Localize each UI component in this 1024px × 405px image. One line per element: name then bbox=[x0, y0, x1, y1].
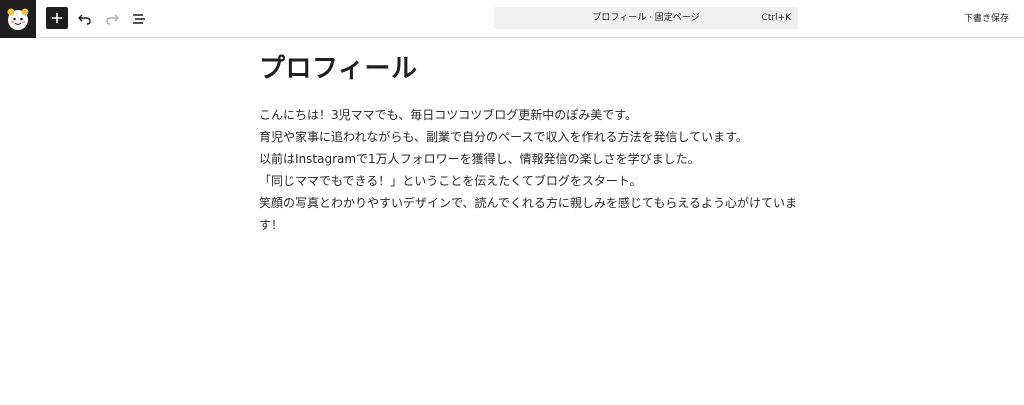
paragraph-line[interactable]: 「同じママでもできる！」ということを伝えたくてブログをスタート。 bbox=[259, 170, 819, 192]
post-title[interactable]: プロフィール bbox=[259, 52, 819, 84]
undo-button[interactable] bbox=[73, 7, 97, 31]
save-draft-button[interactable]: 下書き保存 bbox=[964, 11, 1009, 24]
shortcut-hint: Ctrl+K bbox=[761, 13, 791, 23]
paragraph-line[interactable]: す！ bbox=[259, 214, 819, 236]
list-view-icon bbox=[133, 14, 145, 24]
paragraph-line[interactable]: 以前はInstagramで1万人フォロワーを獲得し、情報発信の楽しさを学びました… bbox=[259, 148, 819, 170]
add-block-button[interactable] bbox=[46, 7, 68, 29]
redo-icon bbox=[106, 14, 119, 25]
editor-top-toolbar: プロフィール · 固定ページ Ctrl+K 下書き保存 bbox=[0, 0, 1024, 38]
document-title: プロフィール · 固定ページ bbox=[592, 13, 700, 23]
paragraph-line[interactable]: 笑顔の写真とわかりやすいデザインで、読んでくれる方に親しみを感じてもらえるよう心… bbox=[259, 192, 819, 214]
command-palette-bar[interactable]: プロフィール · 固定ページ Ctrl+K bbox=[494, 7, 798, 29]
redo-button[interactable] bbox=[100, 7, 124, 31]
document-overview-button[interactable] bbox=[127, 7, 151, 31]
editor-canvas: プロフィール こんにちは！3児ママでも、毎日コツコツブログ更新中のぽみ美です。 … bbox=[259, 52, 819, 236]
plus-icon bbox=[52, 13, 62, 23]
paragraph-block[interactable]: こんにちは！3児ママでも、毎日コツコツブログ更新中のぽみ美です。 育児や家事に追… bbox=[259, 104, 819, 236]
site-logo-icon[interactable] bbox=[0, 0, 36, 38]
undo-icon bbox=[78, 14, 91, 25]
paragraph-line[interactable]: こんにちは！3児ママでも、毎日コツコツブログ更新中のぽみ美です。 bbox=[259, 104, 819, 126]
paragraph-line[interactable]: 育児や家事に追われながらも、副業で自分のペースで収入を作れる方法を発信しています… bbox=[259, 126, 819, 148]
